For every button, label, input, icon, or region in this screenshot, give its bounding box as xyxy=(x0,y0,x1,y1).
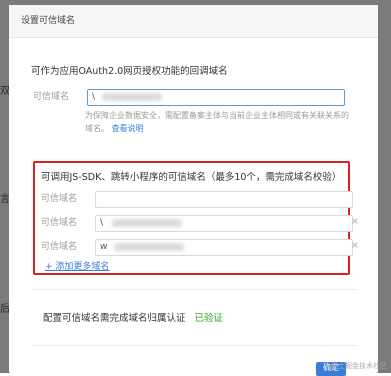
redacted-text xyxy=(101,92,162,101)
oauth-section: 可作为应用OAuth2.0网页授权功能的回调域名 可信域名 \ 为保障企业数据安… xyxy=(31,63,356,135)
jssdk-domain-input[interactable]: \ xyxy=(95,215,353,232)
oauth-domain-value: \ xyxy=(92,92,96,102)
oauth-domain-label: 可信域名 xyxy=(33,92,70,102)
close-icon[interactable]: × xyxy=(351,216,359,227)
verification-status: 已验证 xyxy=(194,313,224,324)
jssdk-domain-label: 可信域名 xyxy=(41,218,78,228)
divider xyxy=(31,289,356,290)
jssdk-domain-input[interactable]: w xyxy=(95,239,353,256)
jssdk-domain-row: 可信域名 \ × xyxy=(39,213,359,235)
redacted-text xyxy=(114,242,185,251)
jssdk-section-title: 可调用JS-SDK、跳转小程序的可信域名（最多10个，需完成域名校验） xyxy=(41,172,342,183)
verification-label: 配置可信域名需完成域名归属认证 xyxy=(43,313,186,324)
close-icon[interactable]: × xyxy=(351,240,359,251)
redacted-text xyxy=(111,218,182,227)
jssdk-section: 可调用JS-SDK、跳转小程序的可信域名（最多10个，需完成域名校验） 可信域名… xyxy=(33,161,359,275)
oauth-domain-row: 可信域名 \ xyxy=(31,87,356,109)
dialog-header: 设置可信域名 xyxy=(9,5,378,38)
oauth-hint: 为保障企业数据安全，需配置备案主体与当前企业主体相同或有关联关系的域名。 查看说… xyxy=(85,109,356,135)
jssdk-domain-value: \ xyxy=(100,218,104,228)
jssdk-domain-row: 可信域名 xyxy=(39,189,353,211)
jssdk-domain-label: 可信域名 xyxy=(41,194,78,204)
jssdk-domain-row: 可信域名 w × xyxy=(39,237,359,259)
dialog-title: 设置可信域名 xyxy=(21,16,76,26)
watermark: @稀土掘金技术社区 xyxy=(324,362,387,370)
jssdk-domain-input[interactable] xyxy=(95,191,353,208)
add-more-domains-link[interactable]: + 添加更多域名 xyxy=(45,259,109,272)
oauth-hint-link[interactable]: 查看说明 xyxy=(112,124,144,133)
oauth-domain-input[interactable]: \ xyxy=(87,89,345,106)
jssdk-domain-label: 可信域名 xyxy=(41,242,78,252)
divider xyxy=(31,345,356,346)
trusted-domain-dialog: 设置可信域名 可作为应用OAuth2.0网页授权功能的回调域名 可信域名 \ 为… xyxy=(9,5,378,373)
jssdk-domain-value: w xyxy=(100,242,108,252)
verification-row: 配置可信域名需完成域名归属认证 已验证 xyxy=(43,310,223,324)
oauth-section-title: 可作为应用OAuth2.0网页授权功能的回调域名 xyxy=(31,66,228,77)
